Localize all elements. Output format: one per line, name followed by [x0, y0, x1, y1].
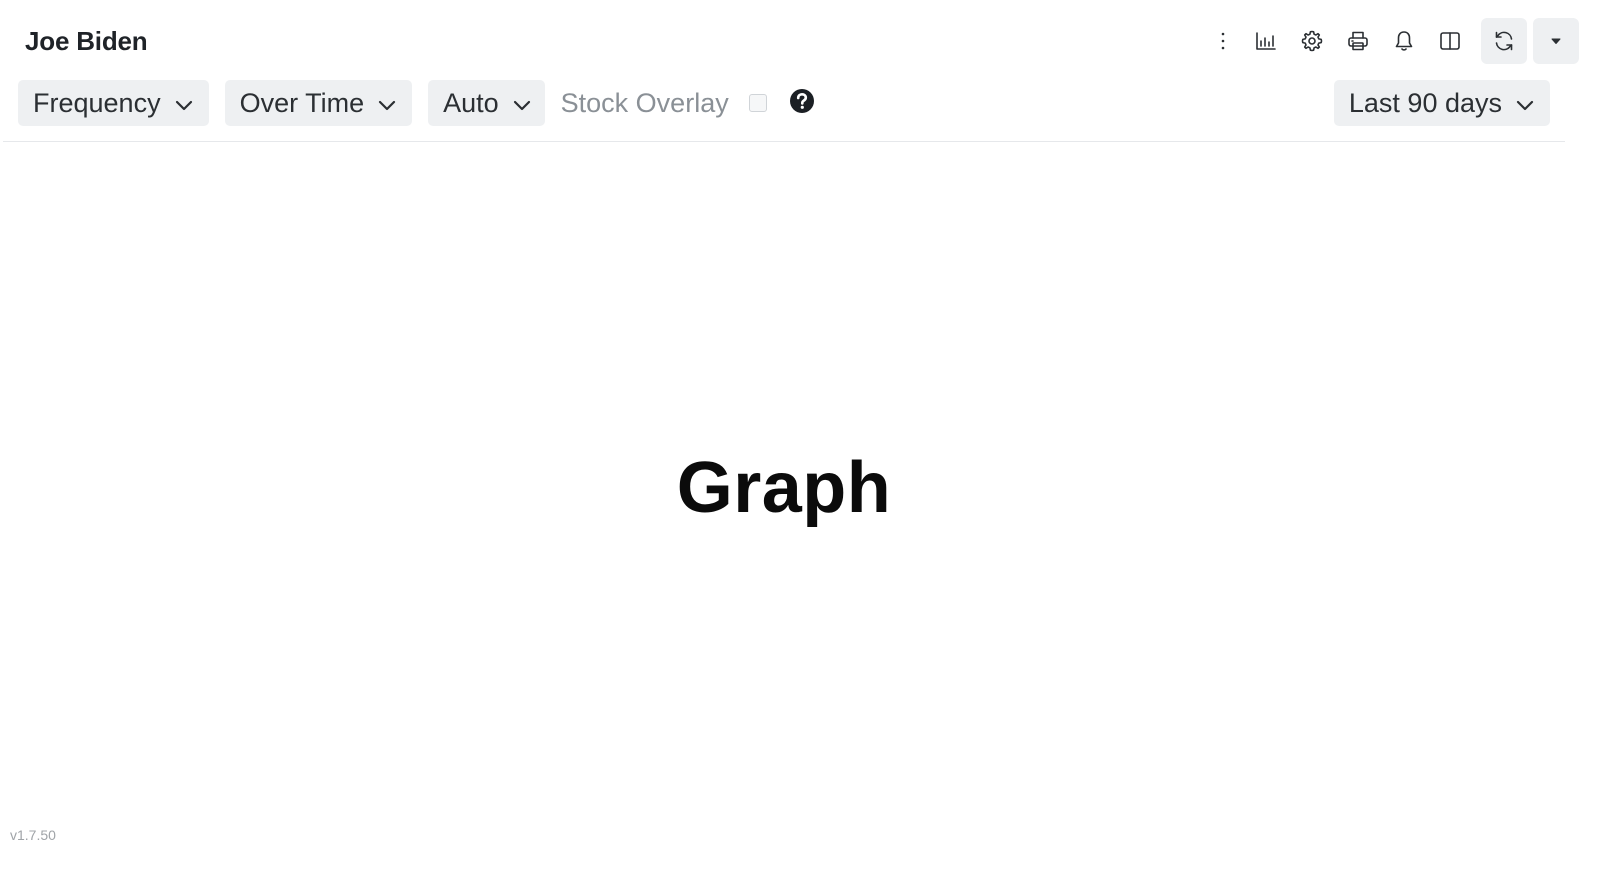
printer-icon — [1348, 31, 1368, 51]
refresh-button[interactable] — [1481, 18, 1527, 64]
controls-row: Frequency Over Time Auto Stock Overlay — [18, 80, 815, 126]
bar-chart-icon — [1256, 32, 1276, 50]
graph-placeholder: Graph — [676, 448, 892, 528]
chevron-down-icon — [173, 92, 195, 114]
settings-button[interactable] — [1289, 18, 1335, 64]
alerts-button[interactable] — [1381, 18, 1427, 64]
toolbar — [1203, 18, 1579, 64]
gear-icon — [1301, 30, 1323, 52]
refresh-options-button[interactable] — [1533, 18, 1579, 64]
chevron-down-icon — [1514, 92, 1536, 114]
help-button[interactable] — [789, 88, 815, 114]
frequency-dropdown[interactable]: Frequency — [18, 80, 209, 126]
version-label: v1.7.50 — [10, 827, 56, 843]
chevron-down-icon — [511, 92, 533, 114]
chart-type-button[interactable] — [1243, 18, 1289, 64]
stock-overlay-label: Stock Overlay — [560, 87, 729, 118]
print-button[interactable] — [1335, 18, 1381, 64]
more-options-button[interactable] — [1203, 18, 1243, 64]
over-time-dropdown[interactable]: Over Time — [224, 80, 413, 126]
page-title: Joe Biden — [25, 26, 148, 56]
stock-overlay-checkbox[interactable] — [748, 94, 767, 112]
auto-label: Auto — [443, 87, 499, 118]
frequency-label: Frequency — [33, 87, 161, 118]
graph-area: Graph — [3, 142, 1565, 822]
split-view-button[interactable] — [1427, 18, 1473, 64]
date-range-label: Last 90 days — [1348, 87, 1502, 118]
refresh-icon — [1495, 31, 1513, 51]
header-bar: Joe Biden — [0, 0, 1601, 80]
caret-down-icon — [1551, 38, 1561, 44]
date-range-dropdown[interactable]: Last 90 days — [1333, 80, 1550, 126]
chevron-down-icon — [376, 92, 398, 114]
auto-dropdown[interactable]: Auto — [428, 80, 545, 126]
over-time-label: Over Time — [239, 87, 365, 118]
more-vertical-icon — [1221, 32, 1225, 50]
question-circle-icon — [789, 89, 814, 113]
bell-icon — [1395, 31, 1413, 51]
split-view-icon — [1440, 32, 1460, 50]
